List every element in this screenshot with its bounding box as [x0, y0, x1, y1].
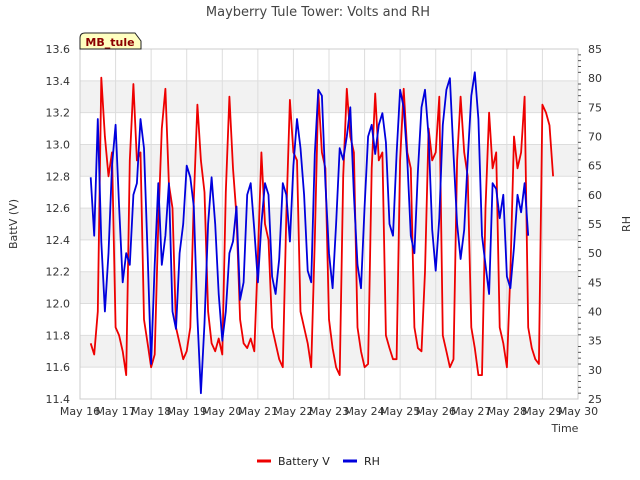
y-tick-label: 13.2 [46, 107, 71, 120]
y-tick-label: 12.0 [46, 298, 71, 311]
legend-label-battery: Battery V [278, 455, 330, 468]
x-tick-label: May 20 [202, 405, 242, 418]
x-tick-label: May 16 [60, 405, 100, 418]
x-tick-label: May 21 [238, 405, 278, 418]
y2-tick-label: 55 [588, 218, 602, 231]
x-tick-label: May 24 [344, 405, 384, 418]
x-tick-label: May 28 [487, 405, 527, 418]
x-tick-label: May 29 [522, 405, 562, 418]
y2-tick-label: 35 [588, 335, 602, 348]
y-tick-label: 11.8 [46, 329, 71, 342]
x-tick-label: May 26 [416, 405, 456, 418]
legend-item-battery: Battery V [257, 455, 330, 468]
legend: Battery V RH [257, 455, 380, 468]
legend-label-rh: RH [364, 455, 380, 468]
x-tick-label: May 23 [309, 405, 349, 418]
y-axis-title: BattV (V) [7, 199, 20, 249]
y-tick-label: 12.6 [46, 202, 71, 215]
y-tick-label: 12.2 [46, 266, 71, 279]
y-tick-label: 12.4 [46, 234, 71, 247]
x-tick-label: May 19 [167, 405, 207, 418]
x-tick-label: May 22 [273, 405, 313, 418]
x-tick-label: May 17 [95, 405, 135, 418]
chart-canvas: 11.411.611.812.012.212.412.612.813.013.2… [7, 5, 633, 468]
y2-tick-label: 80 [588, 72, 602, 85]
site-label: MB_tule [85, 36, 134, 49]
y-tick-label: 13.6 [46, 43, 71, 56]
y-tick-label: 13.0 [46, 138, 71, 151]
y-tick-label: 11.6 [46, 361, 71, 374]
y2-tick-label: 30 [588, 364, 602, 377]
x-tick-label: May 30 [558, 405, 598, 418]
left-axis-ticks: 11.411.611.812.012.212.412.612.813.013.2… [46, 43, 71, 406]
y2-axis-title: RH [620, 216, 633, 232]
x-axis-ticks: May 16May 17May 18May 19May 20May 21May … [60, 405, 598, 418]
y2-tick-label: 85 [588, 43, 602, 56]
y2-tick-label: 40 [588, 306, 602, 319]
right-axis-ticks: 25303540455055606570758085 [578, 43, 602, 406]
site-label-box: MB_tule [79, 32, 142, 50]
y2-tick-label: 50 [588, 247, 602, 260]
y2-tick-label: 45 [588, 276, 602, 289]
chart-title: Mayberry Tule Tower: Volts and RH [206, 5, 430, 20]
y2-tick-label: 70 [588, 131, 602, 144]
y2-tick-label: 60 [588, 189, 602, 202]
legend-item-rh: RH [343, 455, 380, 468]
x-tick-label: May 18 [131, 405, 171, 418]
y2-tick-label: 75 [588, 101, 602, 114]
x-tick-label: May 27 [451, 405, 491, 418]
y2-tick-label: 65 [588, 160, 602, 173]
y-tick-label: 12.8 [46, 170, 71, 183]
x-axis-title: Time [551, 422, 579, 435]
x-tick-label: May 25 [380, 405, 420, 418]
y-tick-label: 13.4 [46, 75, 71, 88]
